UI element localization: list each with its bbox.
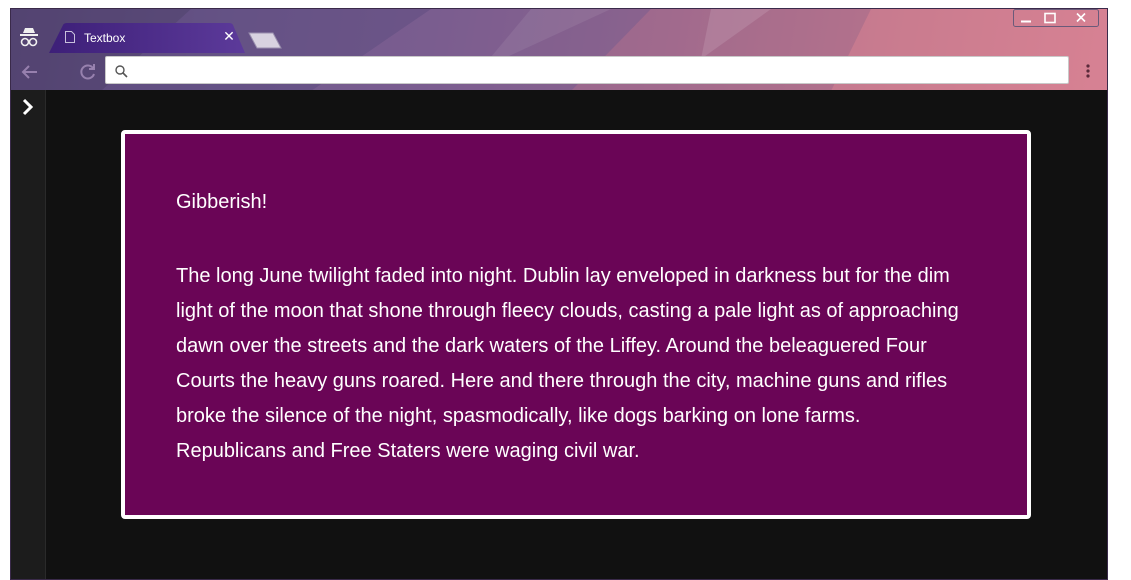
minimize-icon[interactable] <box>1015 9 1037 28</box>
close-icon[interactable]: ✕ <box>222 29 236 43</box>
tab-title: Textbox <box>84 31 126 45</box>
search-icon <box>115 65 128 78</box>
close-window-icon[interactable] <box>1065 9 1099 28</box>
card-heading: Gibberish! <box>176 191 268 213</box>
maximize-icon[interactable] <box>1039 9 1061 28</box>
new-tab-icon[interactable] <box>247 31 283 49</box>
sidebar <box>11 90 46 579</box>
page-icon <box>65 31 75 43</box>
tab-textbox[interactable] <box>49 23 245 53</box>
text-card: Gibberish! The long June twilight faded … <box>121 130 1031 519</box>
address-input[interactable] <box>134 60 1054 80</box>
address-bar[interactable] <box>105 56 1069 84</box>
title-bar: Textbox ✕ <box>11 9 1107 53</box>
back-arrow-icon[interactable] <box>19 62 41 82</box>
incognito-icon <box>20 28 38 47</box>
chevron-right-icon[interactable] <box>15 94 41 120</box>
reload-icon[interactable] <box>77 62 99 82</box>
browser-window: Textbox ✕ Gibberish! The long June twili… <box>10 8 1108 580</box>
kebab-menu-icon[interactable] <box>1083 63 1093 79</box>
page-content: Gibberish! The long June twilight faded … <box>11 90 1107 579</box>
card-body-text: The long June twilight faded into night.… <box>176 265 959 462</box>
